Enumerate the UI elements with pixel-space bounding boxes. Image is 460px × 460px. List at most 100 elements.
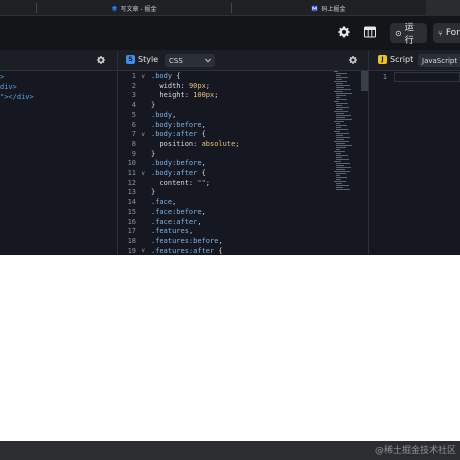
code-token: , bbox=[201, 120, 206, 129]
minimap-line bbox=[336, 103, 348, 104]
css-code-line: .body:after { bbox=[151, 169, 206, 177]
line-number: 13 bbox=[127, 188, 136, 197]
minimap-line bbox=[336, 83, 343, 84]
minimap-line bbox=[334, 171, 350, 172]
minimap-line bbox=[336, 93, 352, 94]
css-editor[interactable]: 1 ∨ .body {2 width: 90px; 3 height: 100px; 4… bbox=[118, 71, 368, 255]
code-token: content: bbox=[151, 178, 198, 187]
style-language-select[interactable]: CSS bbox=[165, 54, 215, 67]
minimap-line bbox=[334, 101, 339, 102]
minimap-line bbox=[334, 71, 338, 72]
line-number: 1 bbox=[131, 72, 136, 80]
browser-tab-new[interactable] bbox=[426, 0, 460, 16]
minimap-line bbox=[336, 147, 346, 148]
minimap-line bbox=[336, 179, 341, 180]
line-number: 6 bbox=[131, 120, 136, 129]
browser-tab-code-juejin[interactable]: 码上掘金 bbox=[231, 0, 426, 16]
line-number: 12 bbox=[127, 178, 136, 187]
minimap-line bbox=[336, 95, 346, 96]
minimap-line bbox=[336, 173, 346, 174]
code-token: { bbox=[197, 130, 206, 139]
code-token: ; bbox=[205, 178, 211, 187]
minimap-line bbox=[336, 123, 340, 124]
code-juejin-logo-icon bbox=[311, 5, 318, 12]
css-code-line: .face:before, bbox=[151, 208, 206, 216]
minimap-line bbox=[336, 75, 341, 76]
minimap-line bbox=[336, 187, 343, 188]
minimap-line bbox=[336, 153, 341, 154]
css-code-line: .face, bbox=[151, 198, 176, 206]
code-token: .body:before bbox=[151, 120, 202, 129]
browser-tab-strip: 写文章 - 掘金 码上掘金 bbox=[0, 0, 460, 16]
css-minimap[interactable] bbox=[334, 71, 360, 191]
style-panel-settings-icon[interactable] bbox=[348, 55, 358, 65]
code-token: ; bbox=[205, 81, 211, 90]
minimap-line bbox=[334, 161, 341, 162]
fork-icon: ⑂ bbox=[438, 28, 443, 38]
line-number: 11 bbox=[127, 169, 136, 177]
code-token: .body:after bbox=[151, 169, 198, 177]
minimap-line bbox=[336, 119, 352, 120]
minimap-line bbox=[336, 107, 349, 108]
run-button[interactable]: ⊙ 运行 bbox=[390, 23, 427, 46]
script-language-select[interactable]: JavaScript bbox=[418, 54, 460, 67]
minimap-line bbox=[336, 115, 351, 116]
minimap-line bbox=[336, 89, 351, 90]
line-number: 1 bbox=[382, 73, 387, 81]
minimap-line bbox=[334, 91, 343, 92]
css-code-line: .body { bbox=[151, 72, 181, 80]
css-editor-scrollbar[interactable] bbox=[361, 71, 368, 91]
css-code-line: position: absolute; bbox=[151, 140, 239, 148]
code-token: { bbox=[214, 246, 223, 255]
code-token: { bbox=[172, 72, 181, 80]
line-number: 10 bbox=[127, 159, 136, 168]
css-code-line: } bbox=[151, 188, 155, 196]
minimap-line bbox=[336, 109, 343, 110]
minimap-line bbox=[336, 177, 347, 178]
fold-chevron-icon[interactable]: ∨ bbox=[141, 170, 145, 177]
code-token: , bbox=[172, 198, 177, 207]
chevron-down-icon bbox=[205, 58, 211, 63]
minimap-line bbox=[336, 183, 342, 184]
css-code-line: .features:after { bbox=[151, 247, 223, 255]
html-panel-settings-icon[interactable] bbox=[96, 55, 106, 65]
code-token: .body:before bbox=[151, 159, 202, 168]
code-token: } bbox=[151, 149, 156, 158]
line-number: 14 bbox=[127, 198, 136, 207]
script-panel-header: J Script JavaScript bbox=[369, 50, 460, 71]
code-token: height: bbox=[151, 91, 194, 100]
code-token: 90px bbox=[188, 81, 206, 90]
code-token: , bbox=[188, 227, 194, 236]
minimap-line bbox=[336, 145, 352, 146]
minimap-line bbox=[336, 175, 340, 176]
gear-icon[interactable] bbox=[336, 24, 352, 40]
browser-tab-label: 码上掘金 bbox=[321, 5, 346, 13]
code-token: .face:before bbox=[151, 207, 202, 216]
html-code-line: > bbox=[0, 73, 5, 81]
minimap-line bbox=[336, 135, 343, 136]
minimap-line bbox=[336, 185, 349, 186]
browser-tab-juejin-write[interactable]: 写文章 - 掘金 bbox=[36, 0, 231, 16]
code-token: , bbox=[201, 207, 206, 216]
html-editor[interactable]: > div> "></div> bbox=[0, 71, 117, 255]
line-number: 19 bbox=[127, 246, 136, 255]
minimap-line bbox=[336, 149, 340, 150]
minimap-line bbox=[336, 155, 348, 156]
minimap-line bbox=[336, 99, 347, 100]
fold-chevron-icon[interactable]: ∨ bbox=[141, 131, 145, 138]
css-code-line: } bbox=[151, 101, 155, 109]
code-token: 100px bbox=[193, 91, 215, 100]
fork-button[interactable]: ⑂ For bbox=[433, 23, 460, 43]
line-number: 8 bbox=[131, 139, 136, 148]
code-token: .body bbox=[151, 72, 173, 80]
minimap-line bbox=[336, 139, 344, 140]
code-token: .features:before bbox=[151, 236, 219, 245]
code-token: , bbox=[197, 217, 202, 226]
line-number: 17 bbox=[127, 227, 136, 236]
grid-layout-icon[interactable] bbox=[362, 24, 378, 40]
watermark: @稀土掘金技术社区 bbox=[374, 446, 456, 456]
js-editor[interactable]: 1 bbox=[369, 71, 460, 255]
minimap-line bbox=[336, 163, 350, 164]
fold-chevron-icon[interactable]: ∨ bbox=[141, 73, 145, 80]
fold-chevron-icon[interactable]: ∨ bbox=[141, 247, 145, 254]
